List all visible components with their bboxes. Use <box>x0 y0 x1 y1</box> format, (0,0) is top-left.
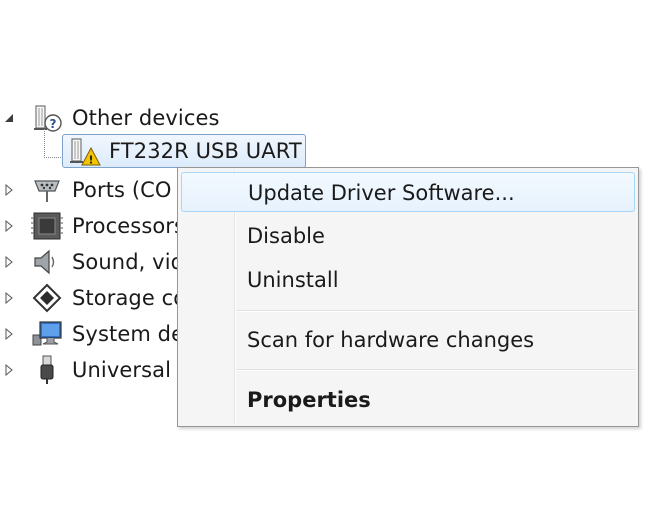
menu-item-properties[interactable]: Properties <box>181 380 635 420</box>
menu-item-uninstall[interactable]: Uninstall <box>181 260 635 300</box>
menu-item-update-driver[interactable]: Update Driver Software... <box>181 172 635 212</box>
expand-arrow-icon[interactable] <box>4 256 14 268</box>
tree-item-ft232r-usb-uart[interactable]: ! FT232R USB UART <box>62 134 306 168</box>
warning-device-icon: ! <box>67 135 101 167</box>
system-devices-icon <box>30 318 64 350</box>
collapse-arrow-icon[interactable] <box>4 112 14 124</box>
sound-icon <box>30 246 64 278</box>
ports-icon <box>30 174 64 206</box>
tree-item-label: Storage co <box>72 286 187 310</box>
menu-item-label: Properties <box>247 388 371 412</box>
menu-item-label: Disable <box>247 224 325 248</box>
device-manager-window: ? Other devices Ports (CO Processors Sou… <box>0 0 652 518</box>
expand-arrow-icon[interactable] <box>4 220 14 232</box>
menu-item-label: Update Driver Software... <box>248 181 515 205</box>
expand-arrow-icon[interactable] <box>4 328 14 340</box>
menu-separator <box>237 310 635 312</box>
menu-item-label: Uninstall <box>247 268 339 292</box>
menu-item-disable[interactable]: Disable <box>181 216 635 256</box>
expand-arrow-icon[interactable] <box>4 184 14 196</box>
menu-item-label: Scan for hardware changes <box>247 328 535 352</box>
storage-icon <box>30 282 64 314</box>
tree-item-label: FT232R USB UART <box>109 139 302 163</box>
menu-item-scan-hardware[interactable]: Scan for hardware changes <box>181 320 635 360</box>
tree-item-label: Ports (CO <box>72 178 172 202</box>
expand-arrow-icon[interactable] <box>4 364 14 376</box>
processor-icon <box>30 210 64 242</box>
tree-item-label: Universal S <box>72 358 192 382</box>
usb-icon <box>30 354 64 386</box>
expand-arrow-icon[interactable] <box>4 292 14 304</box>
svg-text:!: ! <box>88 154 93 167</box>
tree-category-label: Other devices <box>72 106 220 130</box>
context-menu: Update Driver Software... Disable Uninst… <box>177 167 639 427</box>
tree-item-label: Processors <box>72 214 186 238</box>
tree-item-label: System de <box>72 322 185 346</box>
tree-item-label: Sound, vid <box>72 250 185 274</box>
menu-separator <box>237 369 635 371</box>
